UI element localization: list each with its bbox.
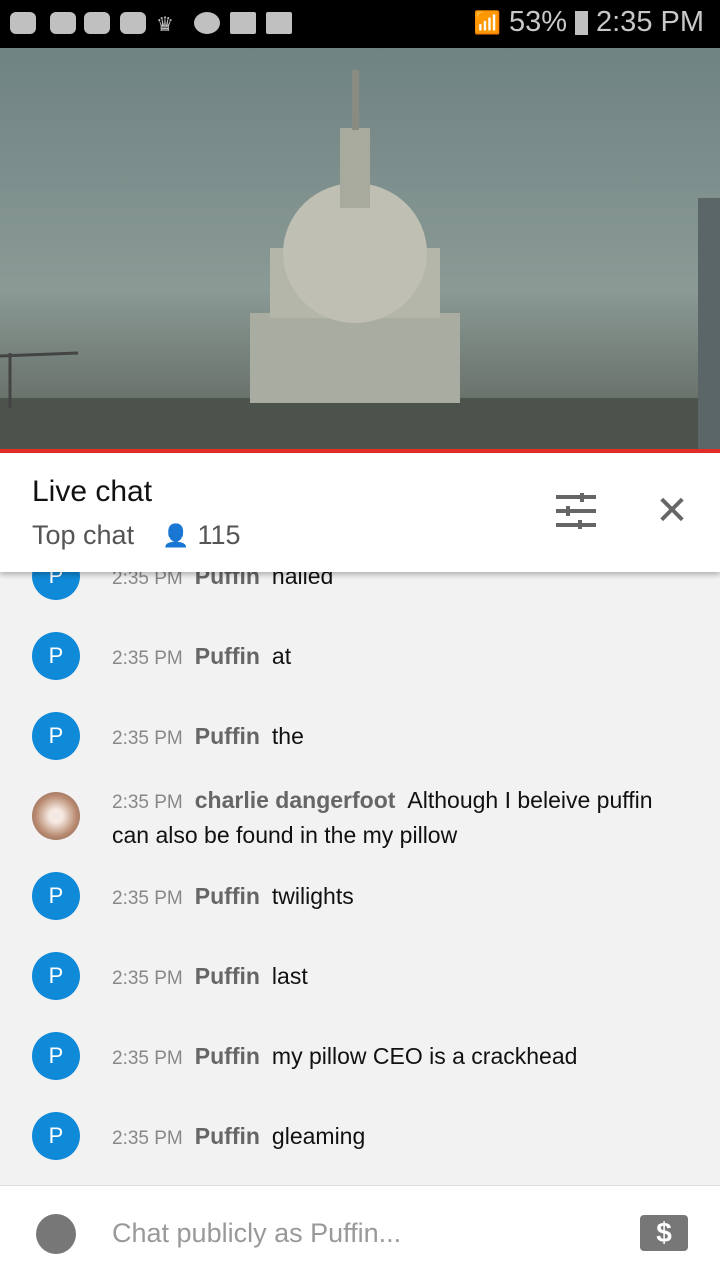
image-icon [266, 12, 292, 34]
message-text: gleaming [271, 1123, 366, 1149]
message-author[interactable]: Puffin [195, 1123, 260, 1149]
message-notification-icon [50, 12, 76, 34]
video-frame-capitol [0, 70, 720, 450]
youtube-notification-icon [10, 12, 36, 34]
message-author[interactable]: Puffin [195, 963, 260, 989]
emoji-icon[interactable] [36, 1214, 76, 1254]
status-bar: ♛ 📶 53% 2:35 PM [0, 0, 720, 48]
message-text: last [271, 963, 308, 989]
chat-mode-label[interactable]: Top chat [32, 520, 134, 551]
message-author[interactable]: Puffin [195, 883, 260, 909]
chat-title: Live chat [32, 475, 153, 508]
viewer-count: 👤 115 [162, 520, 240, 551]
avatar: P [32, 1112, 80, 1160]
message-time: 2:35 PM [112, 1128, 183, 1149]
close-icon[interactable]: ✕ [652, 491, 692, 531]
message-author[interactable]: Puffin [195, 643, 260, 669]
wifi-icon: 📶 [473, 9, 501, 35]
message-author[interactable]: Puffin [195, 1043, 260, 1069]
message-time: 2:35 PM [112, 728, 183, 749]
message-author[interactable]: charlie dangerfoot [195, 787, 396, 813]
avatar: P [32, 1032, 80, 1080]
avatar: P [32, 952, 80, 1000]
clock: 2:35 PM [596, 6, 704, 38]
message-text: the [271, 723, 304, 749]
message-text: at [271, 643, 292, 669]
avatar: P [32, 872, 80, 920]
youtube-notification-icon [120, 12, 146, 34]
viewer-count-value: 115 [197, 520, 241, 550]
battery-icon [575, 10, 588, 35]
message-time: 2:35 PM [112, 968, 183, 989]
message-text: my pillow CEO is a crackhead [271, 1043, 578, 1069]
avatar: P [32, 712, 80, 760]
super-chat-dollar-icon[interactable]: $ [640, 1215, 688, 1251]
message-time: 2:35 PM [112, 888, 183, 909]
message-text: twilights [271, 883, 354, 909]
avatar [32, 792, 80, 840]
person-icon: 👤 [162, 522, 190, 548]
chat-mode-selector[interactable]: Top chat 👤 115 [32, 520, 241, 551]
filter-settings-icon[interactable] [556, 493, 596, 529]
chat-header: Live chat Top chat 👤 115 ✕ [0, 453, 720, 572]
folder-icon [230, 12, 256, 34]
message-time: 2:35 PM [112, 792, 183, 813]
video-player[interactable] [0, 48, 720, 450]
message-time: 2:35 PM [112, 1048, 183, 1069]
battery-percent: 53% [508, 6, 567, 38]
youtube-notification-icon [84, 12, 110, 34]
message-author[interactable]: Puffin [195, 723, 260, 749]
crown-icon: ♛ [156, 14, 174, 36]
chat-input-bar: Chat publicly as Puffin... $ [0, 1185, 720, 1280]
chat-input[interactable]: Chat publicly as Puffin... [112, 1218, 401, 1249]
avatar: P [32, 632, 80, 680]
m-app-icon [194, 12, 220, 34]
message-time: 2:35 PM [112, 648, 183, 669]
chat-message-list[interactable]: P 2:35 PM Puffin hailed P 2:35 PM Puffin at P2… [0, 540, 720, 1185]
